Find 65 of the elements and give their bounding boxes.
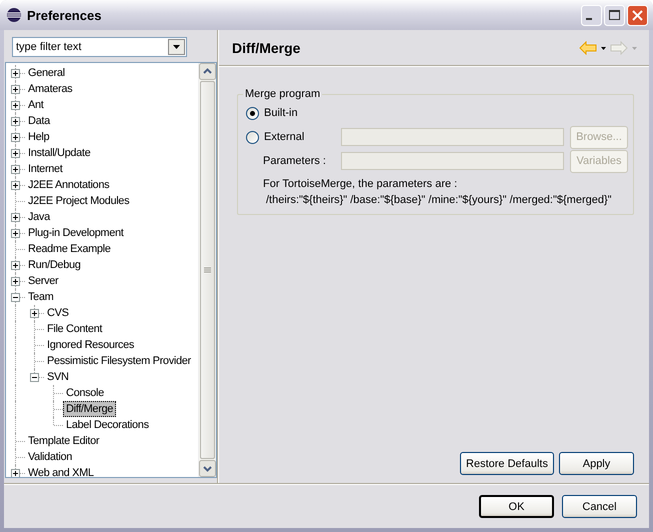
expand-icon[interactable] <box>11 229 20 238</box>
tree-item[interactable]: Web and XML <box>25 465 97 477</box>
radio-button[interactable]: Built-in <box>246 106 341 120</box>
tree-item[interactable]: Pessimistic Filesystem Provider <box>44 353 194 369</box>
expand-icon[interactable] <box>11 213 20 222</box>
apply-button[interactable]: Apply <box>559 452 634 475</box>
tree-item[interactable]: Team <box>25 289 56 305</box>
expand-icon[interactable] <box>11 149 20 158</box>
expand-icon[interactable] <box>11 277 20 286</box>
tree-item[interactable]: Install/Update <box>25 145 94 161</box>
tree-item[interactable]: Label Decorations <box>63 417 152 433</box>
tree-item[interactable]: Internet <box>25 161 66 177</box>
filter-field[interactable]: type filter text <box>13 41 168 53</box>
scroll-down-icon[interactable] <box>199 460 216 477</box>
expand-icon[interactable] <box>11 69 20 78</box>
tree-item[interactable]: J2EE Annotations <box>25 177 112 193</box>
tree-item[interactable]: Diff/Merge <box>63 401 116 417</box>
scroll-up-icon[interactable] <box>199 63 216 80</box>
expand-icon[interactable] <box>11 117 20 126</box>
tree-item[interactable]: Java <box>25 209 53 225</box>
expand-icon[interactable] <box>11 165 20 174</box>
tree-item[interactable]: CVS <box>44 305 72 321</box>
tree-item[interactable]: General <box>25 65 68 81</box>
close-icon[interactable] <box>627 4 648 26</box>
window-title: Preferences <box>27 8 102 22</box>
tree-item[interactable]: Amateras <box>25 81 76 97</box>
tree-item[interactable]: Server <box>25 273 62 289</box>
group-title: Merge program <box>244 88 322 100</box>
tree-item[interactable]: J2EE Project Modules <box>25 193 132 209</box>
maximize-icon[interactable] <box>604 4 625 26</box>
expand-icon[interactable] <box>11 101 20 110</box>
hint-text: For TortoiseMerge, the parameters are : <box>262 178 458 190</box>
tree-item[interactable]: Run/Debug <box>25 257 84 273</box>
tree-item[interactable]: Plug-in Development <box>25 225 126 241</box>
dropdown-icon[interactable] <box>168 39 185 55</box>
collapse-icon[interactable] <box>11 293 20 302</box>
tree-item[interactable]: Readme Example <box>25 241 114 257</box>
app-icon <box>6 7 22 23</box>
collapse-icon[interactable] <box>30 373 39 382</box>
tree-item[interactable]: Ignored Resources <box>44 337 137 353</box>
tree-item[interactable]: Console <box>63 385 107 401</box>
tree-item[interactable]: Help <box>25 129 52 145</box>
tree-item[interactable]: Validation <box>25 449 75 465</box>
scrollbar-thumb[interactable] <box>200 81 215 459</box>
grip-icon <box>204 266 211 274</box>
minimize-icon[interactable] <box>581 4 602 26</box>
radio-button[interactable]: External <box>246 130 341 144</box>
tree-item[interactable]: Data <box>25 113 53 129</box>
field-label: Parameters : <box>262 155 327 167</box>
tree-item[interactable]: Template Editor <box>25 433 102 449</box>
tree-item[interactable]: SVN <box>44 369 72 385</box>
expand-icon[interactable] <box>11 469 20 477</box>
expand-icon[interactable] <box>30 309 39 318</box>
dialog-button[interactable]: Cancel <box>562 495 637 518</box>
expand-icon[interactable] <box>11 85 20 94</box>
dialog-button[interactable]: OK <box>479 495 554 518</box>
expand-icon[interactable] <box>11 261 20 270</box>
filter-combo[interactable]: type filter text <box>12 37 187 57</box>
page-title: Diff/Merge <box>232 40 300 56</box>
tree-item[interactable]: Ant <box>25 97 46 113</box>
restore-defaults-button[interactable]: Restore Defaults <box>460 452 554 475</box>
expand-icon[interactable] <box>11 181 20 190</box>
parameters-example: /theirs:"${theirs}" /base:"${base}" /mine:"${yours}" /merged:"${merged}" <box>265 194 613 206</box>
tree-item[interactable]: File Content <box>44 321 106 337</box>
expand-icon[interactable] <box>11 133 20 142</box>
